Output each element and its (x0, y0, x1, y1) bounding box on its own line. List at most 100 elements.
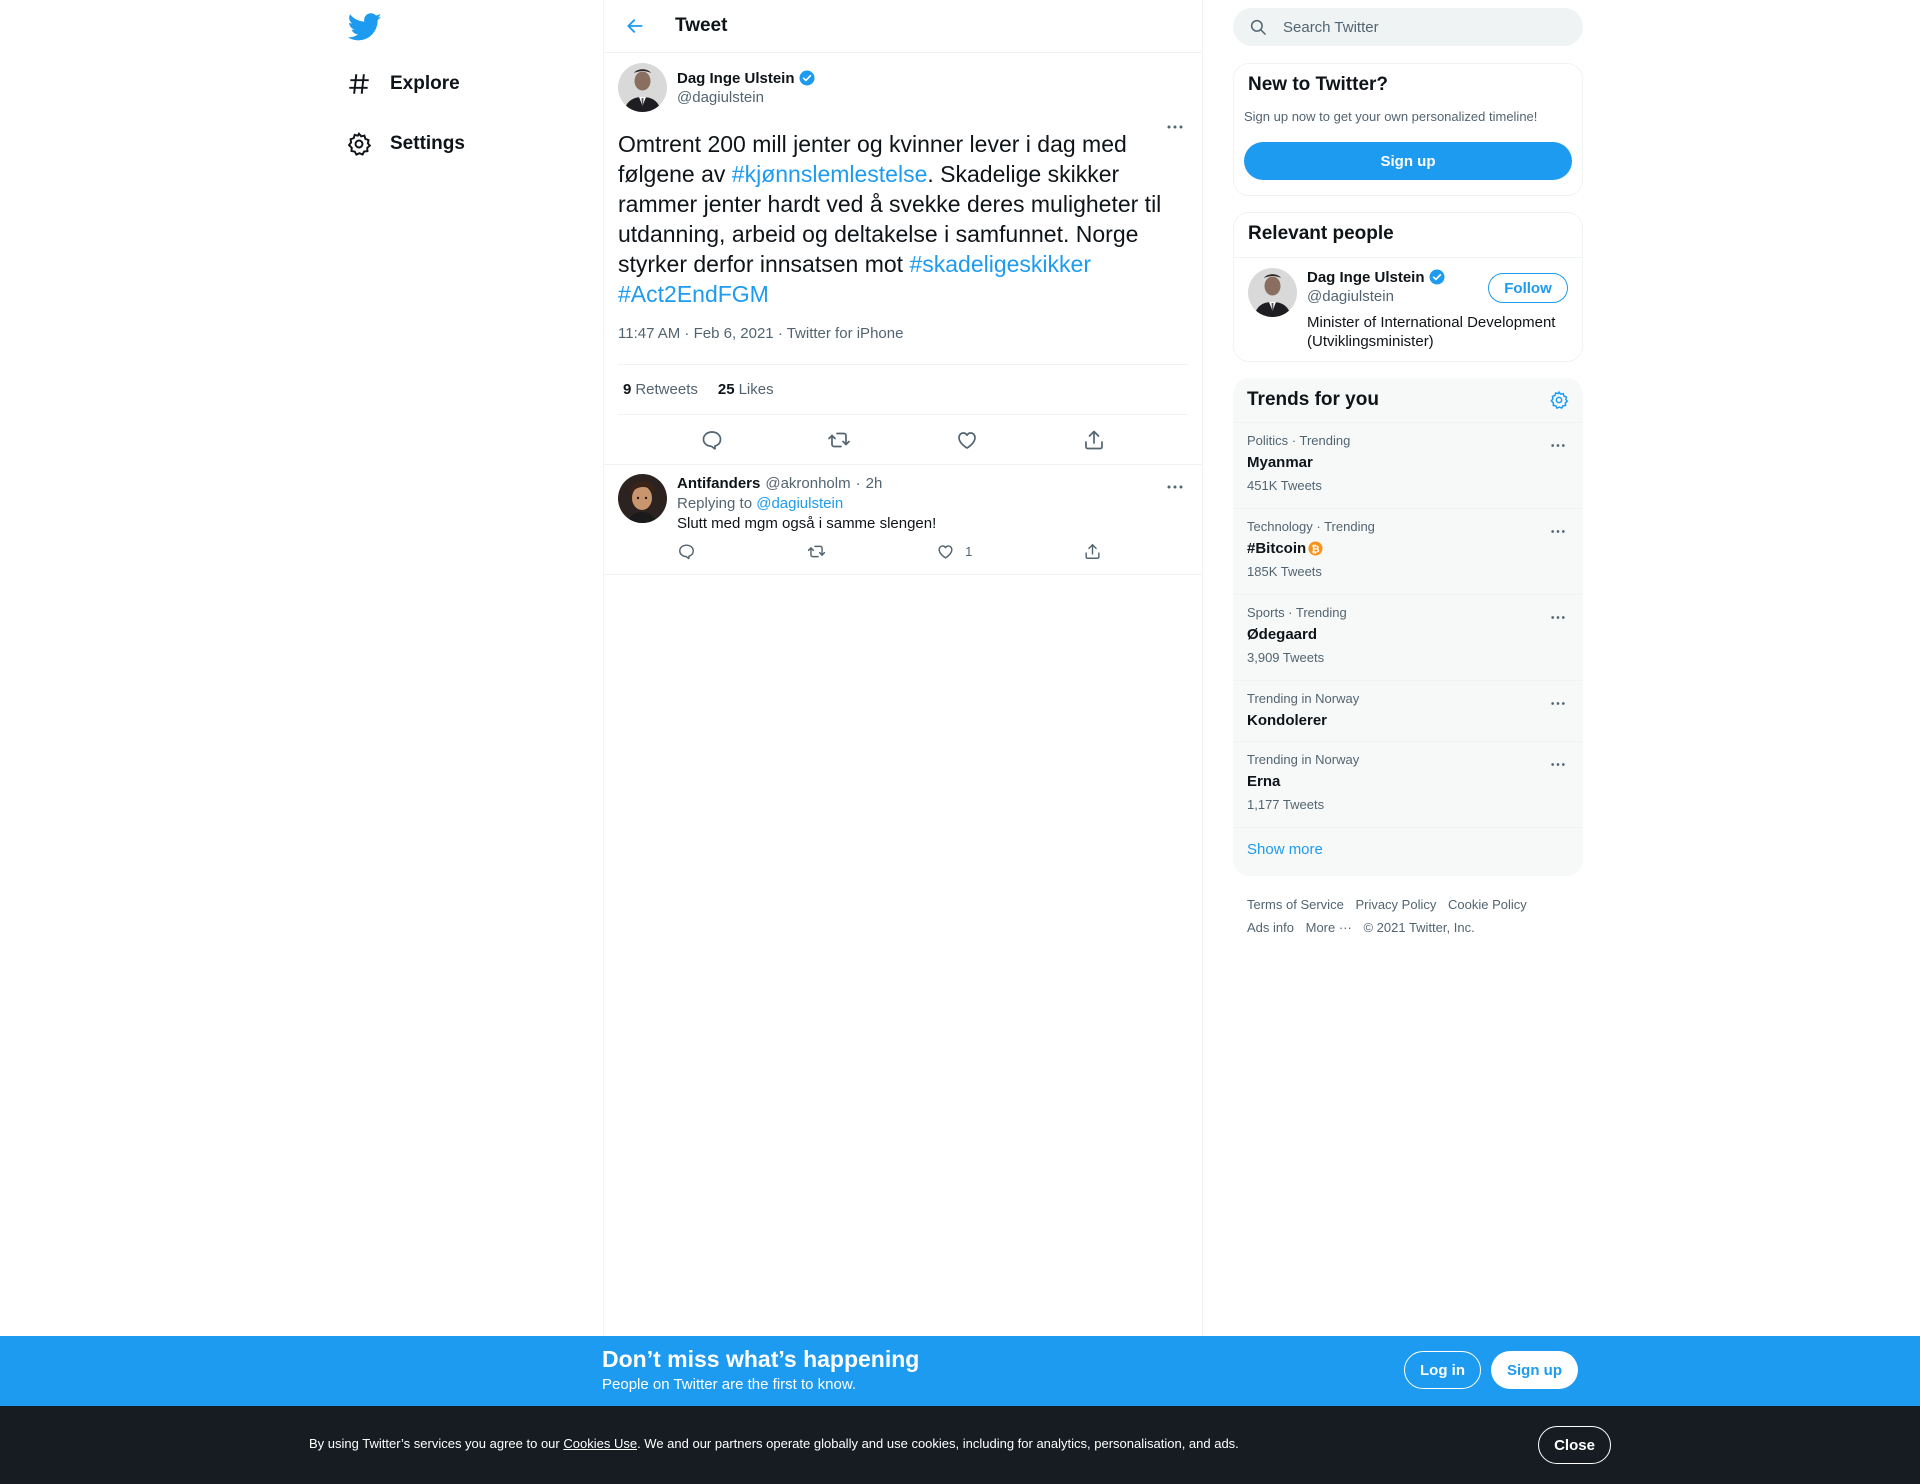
hashtag-link[interactable]: #Act2EndFGM (618, 281, 769, 307)
show-more-link[interactable]: Show more (1233, 828, 1583, 871)
relevant-people-card: Relevant people Dag Inge Ulstein @dagiul… (1233, 212, 1583, 362)
hashtag-link[interactable]: #skadeligeskikker (909, 251, 1091, 277)
hashtag-link[interactable]: #kjønnslemlestelse (732, 161, 928, 187)
trend-more-button[interactable] (1545, 693, 1571, 713)
search-bar[interactable] (1233, 8, 1583, 46)
trend-name: Erna (1247, 773, 1281, 790)
trend-item[interactable]: Politics · Trending Myanmar 451K Tweets (1233, 423, 1583, 509)
retweets-stat[interactable]: 9 Retweets (623, 381, 718, 398)
reply-author-name[interactable]: Antifanders (677, 475, 760, 492)
back-button[interactable] (617, 8, 653, 44)
retweets-label: Retweets (635, 381, 698, 398)
like-icon[interactable] (955, 428, 979, 452)
footer-link-label: Terms of Service (1247, 897, 1344, 912)
nav-item-settings[interactable]: Settings (346, 124, 465, 164)
reply-icon[interactable] (700, 428, 724, 452)
hashtag-icon (346, 71, 372, 97)
author-name[interactable]: Dag Inge Ulstein (677, 70, 795, 87)
card-title: Relevant people (1234, 213, 1582, 258)
likes-count: 25 (717, 381, 735, 398)
reply-like-button[interactable]: 1 (936, 542, 972, 561)
retweet-icon[interactable] (827, 428, 851, 452)
tweet-author: Dag Inge Ulstein @dagiulstein (618, 63, 1188, 123)
avatar[interactable] (1248, 268, 1297, 317)
banner-signup-button[interactable]: Sign up (1491, 1351, 1578, 1389)
trend-item[interactable]: Sports · Trending Ødegaard 3,909 Tweets (1233, 595, 1583, 681)
cookie-bar: By using Twitter’s services you agree to… (0, 1406, 1920, 1484)
more-options-button[interactable] (1162, 117, 1188, 137)
banner-subtitle: People on Twitter are the first to know. (602, 1376, 857, 1393)
retweet-icon (807, 545, 825, 558)
login-button[interactable]: Log in (1404, 1351, 1481, 1389)
verified-badge-icon (1428, 268, 1446, 286)
gear-icon[interactable] (1549, 390, 1569, 410)
footer-link-ads[interactable]: Ads info (1247, 920, 1302, 935)
reply-more-options-button[interactable] (1162, 477, 1188, 497)
more-dots-icon (1551, 615, 1565, 619)
tweet-stats: 9 Retweets 25 Likes (618, 365, 1188, 415)
more-dots-icon (1167, 485, 1183, 489)
footer-link-label: More ··· (1305, 920, 1352, 935)
main-column: Tweet Dag Inge Ulstein @dagiulstein Omtr… (603, 0, 1203, 1336)
nav-label-settings: Settings (390, 133, 465, 154)
reply-tweet[interactable]: Antifanders @akronholm · 2h Replying to … (604, 464, 1202, 575)
trend-category: Technology · Trending (1247, 519, 1375, 534)
person-item[interactable]: Dag Inge Ulstein @dagiulstein Minister o… (1234, 258, 1582, 361)
cookies-use-link[interactable]: Cookies Use (563, 1436, 637, 1451)
avatar[interactable] (618, 63, 667, 112)
reply-time: 2h (865, 474, 883, 492)
person-name[interactable]: Dag Inge Ulstein (1307, 269, 1425, 286)
likes-stat[interactable]: 25 Likes (718, 381, 794, 398)
retweets-count: 9 (623, 381, 632, 398)
bitcoin-icon: ₿ (1308, 541, 1323, 556)
trend-category: Politics · Trending (1247, 433, 1351, 448)
like-count: 1 (965, 544, 973, 559)
footer-link-cookie[interactable]: Cookie Policy (1448, 897, 1535, 912)
separator-dot: · (855, 474, 861, 492)
trend-name: Ødegaard (1247, 626, 1318, 643)
trend-more-button[interactable] (1545, 754, 1571, 774)
reply-avatar[interactable] (618, 474, 667, 523)
share-icon[interactable] (1082, 428, 1106, 452)
reply-retweet-button[interactable] (807, 542, 826, 561)
gear-icon (346, 131, 372, 157)
nav-item-explore[interactable]: Explore (346, 64, 460, 104)
trend-more-button[interactable] (1545, 521, 1571, 541)
reply-share-button[interactable] (1083, 542, 1102, 561)
trend-item[interactable]: Trending in Norway Kondolerer (1233, 681, 1583, 742)
reply-author-handle: @akronholm (765, 474, 851, 492)
reply-reply-button[interactable] (677, 542, 696, 561)
trend-item[interactable]: Technology · Trending #Bitcoin ₿ 185K Twe… (1233, 509, 1583, 595)
search-input[interactable] (1283, 18, 1563, 36)
signup-banner: Don’t miss what’s happening People on Tw… (0, 1336, 1920, 1406)
footer-link-label: Cookie Policy (1447, 897, 1527, 912)
footer-link-terms[interactable]: Terms of Service (1247, 897, 1352, 912)
verified-badge-icon (798, 69, 816, 87)
cookie-close-button[interactable]: Close (1538, 1426, 1611, 1464)
trend-count: 451K Tweets (1247, 478, 1322, 493)
twitter-bird-icon[interactable] (348, 10, 382, 44)
replying-to-label: Replying to (677, 495, 753, 512)
trend-more-button[interactable] (1545, 607, 1571, 627)
more-dots-icon (1551, 529, 1565, 533)
copyright: © 2021 Twitter, Inc. (1363, 920, 1475, 935)
mention-link[interactable]: @dagiulstein (756, 495, 843, 512)
footer-link-more[interactable]: More ··· (1306, 920, 1360, 935)
main-tweet: Dag Inge Ulstein @dagiulstein Omtrent 20… (604, 53, 1202, 464)
person-bio: Minister of International Development (U… (1307, 314, 1556, 350)
trend-count: 1,177 Tweets (1247, 797, 1325, 812)
search-icon (1249, 18, 1267, 36)
replying-to: Replying to @dagiulstein (677, 495, 1188, 512)
trend-name: Myanmar (1247, 454, 1313, 471)
trend-more-button[interactable] (1545, 435, 1571, 455)
svg-text:₿: ₿ (1311, 543, 1319, 555)
trend-item[interactable]: Trending in Norway Erna 1,177 Tweets (1233, 742, 1583, 828)
footer-link-privacy[interactable]: Privacy Policy (1355, 897, 1444, 912)
reply-actions: 1 (677, 542, 1102, 561)
like-icon (938, 545, 953, 559)
more-dots-icon (1167, 125, 1183, 129)
sidebar-signup-button[interactable]: Sign up (1244, 142, 1572, 180)
new-to-twitter-card: New to Twitter? Sign up now to get your … (1233, 63, 1583, 196)
follow-button[interactable]: Follow (1488, 273, 1568, 303)
page-title: Tweet (675, 15, 728, 36)
